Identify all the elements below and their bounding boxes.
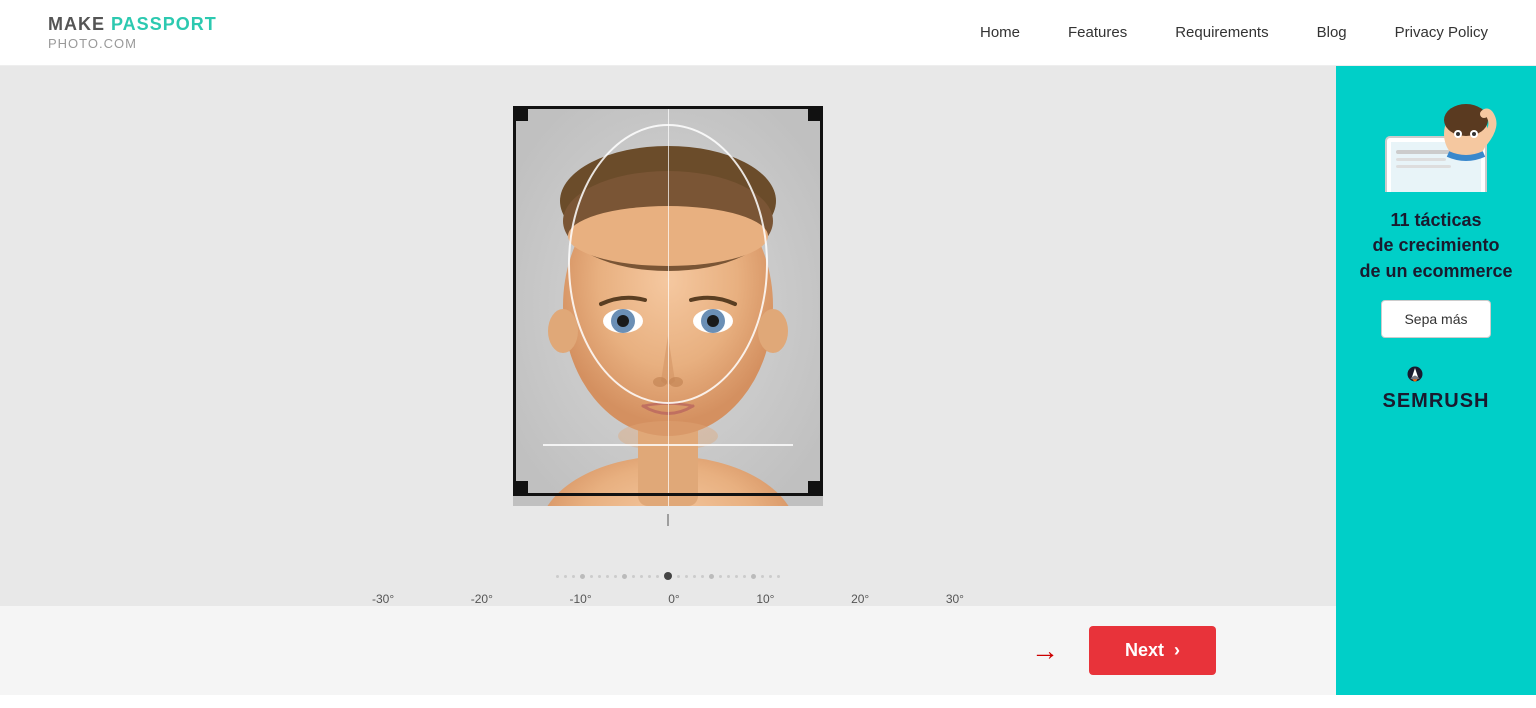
content-and-bottom: -30° -20° -10° 0° 10° 20° 30° → Next › (0, 66, 1336, 695)
ad-text: 11 tácticasde crecimientode un ecommerce (1359, 208, 1512, 284)
nav-features[interactable]: Features (1068, 24, 1127, 41)
shoulder-guide-line (543, 444, 793, 446)
slider-label-plus30: 30° (946, 592, 964, 606)
ad-cta-label: Sepa más (1404, 311, 1467, 327)
logo: MAKE PASSPORT PHOTO.COM (48, 14, 217, 51)
next-button-label: Next (1125, 640, 1164, 661)
slider-dot (564, 575, 567, 578)
slider-dot (590, 575, 593, 578)
slider-dot (685, 575, 688, 578)
semrush-logo: SEMRUSH (1382, 362, 1489, 413)
slider-dot (735, 575, 738, 578)
slider-dot (777, 575, 780, 578)
slider-dot-major (580, 574, 585, 579)
slider-dot (656, 575, 659, 578)
logo-passport: PASSPORT (111, 14, 217, 34)
slider-dots (368, 572, 968, 580)
slider-dot (719, 575, 722, 578)
nav-home[interactable]: Home (980, 24, 1020, 41)
photo-container[interactable] (513, 106, 823, 506)
rotation-slider-wrap: -30° -20° -10° 0° 10° 20° 30° (368, 566, 968, 606)
logo-bottom: PHOTO.COM (48, 36, 217, 52)
slider-dot-active (664, 572, 672, 580)
slider-dot (743, 575, 746, 578)
main-wrap: -30° -20° -10° 0° 10° 20° 30° → Next › (0, 66, 1536, 695)
slider-label-plus10: 10° (756, 592, 774, 606)
next-chevron-icon: › (1174, 640, 1180, 661)
rotation-tick-mark (668, 514, 669, 526)
next-button[interactable]: Next › (1089, 626, 1216, 675)
slider-dot (701, 575, 704, 578)
ad-title-text: 11 tácticasde crecimientode un ecommerce (1359, 210, 1512, 280)
slider-dot-major (622, 574, 627, 579)
slider-dot (614, 575, 617, 578)
vertical-guide-line (668, 106, 669, 506)
slider-dot (761, 575, 764, 578)
slider-dot-major (709, 574, 714, 579)
slider-dot (769, 575, 772, 578)
slider-label-minus10: -10° (570, 592, 592, 606)
editor-area: -30° -20° -10° 0° 10° 20° 30° (0, 66, 1336, 606)
ad-cta-button[interactable]: Sepa más (1381, 300, 1490, 338)
slider-dot (606, 575, 609, 578)
slider-dot (640, 575, 643, 578)
slider-labels: -30° -20° -10° 0° 10° 20° 30° (368, 592, 968, 606)
logo-make: MAKE (48, 14, 105, 34)
slider-dot (693, 575, 696, 578)
rotation-slider-track[interactable] (368, 566, 968, 586)
header: MAKE PASSPORT PHOTO.COM Home Features Re… (0, 0, 1536, 66)
slider-label-0: 0° (668, 592, 679, 606)
nav-blog[interactable]: Blog (1317, 24, 1347, 41)
slider-label-minus30: -30° (372, 592, 394, 606)
semrush-brand-label: SEMRUSH (1382, 390, 1489, 413)
slider-label-minus20: -20° (471, 592, 493, 606)
slider-dot (556, 575, 559, 578)
slider-dot (632, 575, 635, 578)
bottom-section: → Next › (0, 606, 1336, 695)
nav-privacy[interactable]: Privacy Policy (1395, 24, 1488, 41)
slider-dot (727, 575, 730, 578)
nav-requirements[interactable]: Requirements (1175, 24, 1268, 41)
semrush-icon (1406, 362, 1466, 386)
main-nav: Home Features Requirements Blog Privacy … (980, 24, 1488, 41)
slider-label-plus20: 20° (851, 592, 869, 606)
slider-dot-major (751, 574, 756, 579)
ad-illustration-svg (1366, 82, 1506, 192)
ad-illustration (1366, 82, 1506, 192)
slider-dot (648, 575, 651, 578)
slider-dot (572, 575, 575, 578)
slider-dot (598, 575, 601, 578)
next-arrow-icon: → (1031, 635, 1059, 667)
slider-dot (677, 575, 680, 578)
ad-sidebar: 11 tácticasde crecimientode un ecommerce… (1336, 66, 1536, 695)
